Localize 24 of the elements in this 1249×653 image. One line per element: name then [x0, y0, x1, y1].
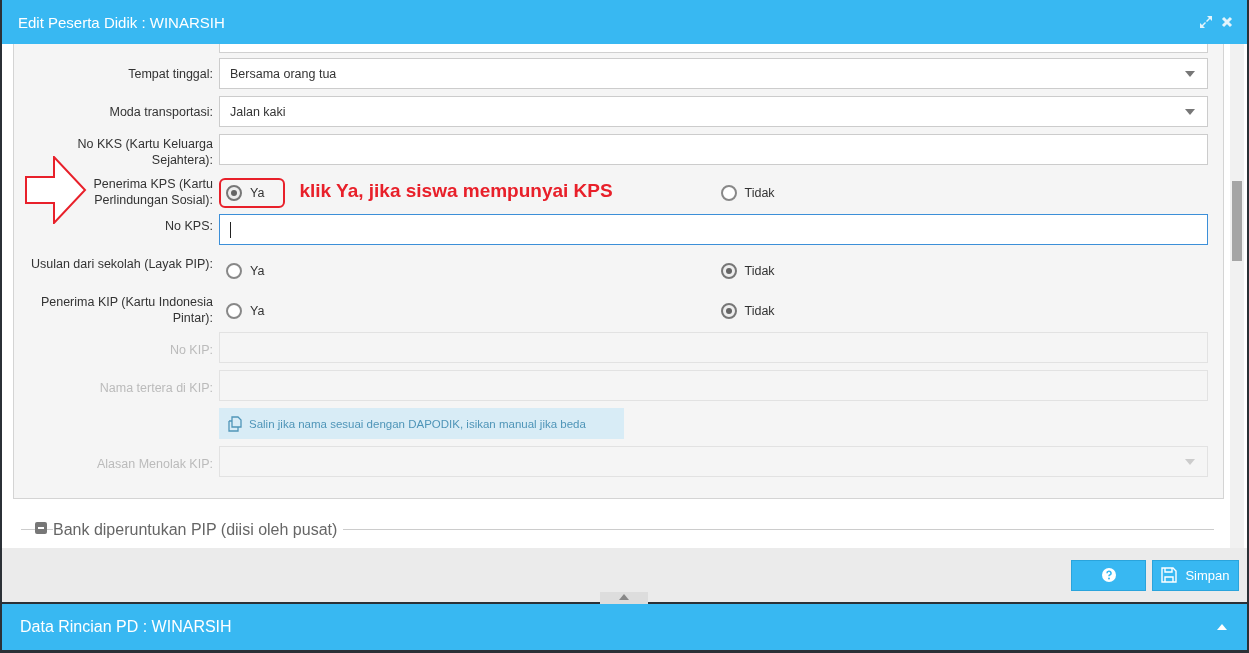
field-label: Usulan dari sekolah (Layak PIP): — [29, 256, 213, 272]
option-label: Ya — [250, 304, 265, 318]
dropdown-field[interactable]: Jalan kaki — [219, 96, 1208, 127]
dropdown-field[interactable]: Bersama orang tua — [219, 58, 1208, 89]
field-label: Alasan Menolak KIP: — [95, 456, 213, 472]
field-label: Tempat tinggal: — [127, 66, 213, 82]
annotation-text: klik Ya, jika siswa mempunyai KPS — [299, 179, 613, 202]
option-label: Ya — [250, 264, 265, 278]
section-title: Bank diperuntukan PIP (diisi oleh pusat) — [53, 521, 344, 539]
field-label: Penerima KPS (Kartu Perlindungan Sosial): — [92, 176, 213, 208]
option-label: Tidak — [744, 264, 775, 278]
field-label: Moda transportasi: — [108, 104, 213, 120]
panel-title: Data Rincian PD : WINARSIH — [20, 618, 233, 636]
window-title: Edit Peserta Didik : WINARSIH — [18, 13, 226, 31]
field-label: Penerima KIP (Kartu Indonesia Pintar): — [39, 294, 213, 326]
field-label: No KKS (Kartu Keluarga Sejahtera): — [76, 136, 213, 168]
field-label: No KIP: — [168, 342, 213, 358]
option-label: Tidak — [744, 186, 775, 200]
field-label: No KPS: — [164, 218, 213, 234]
field-label: Nama tertera di KIP: — [98, 380, 213, 396]
bottom-panel-header[interactable]: Data Rincian PD : WINARSIH — [2, 604, 1247, 650]
option-label: Ya — [250, 186, 265, 200]
save-button[interactable]: Simpan — [1152, 559, 1239, 591]
option-label: Tidak — [744, 304, 775, 318]
